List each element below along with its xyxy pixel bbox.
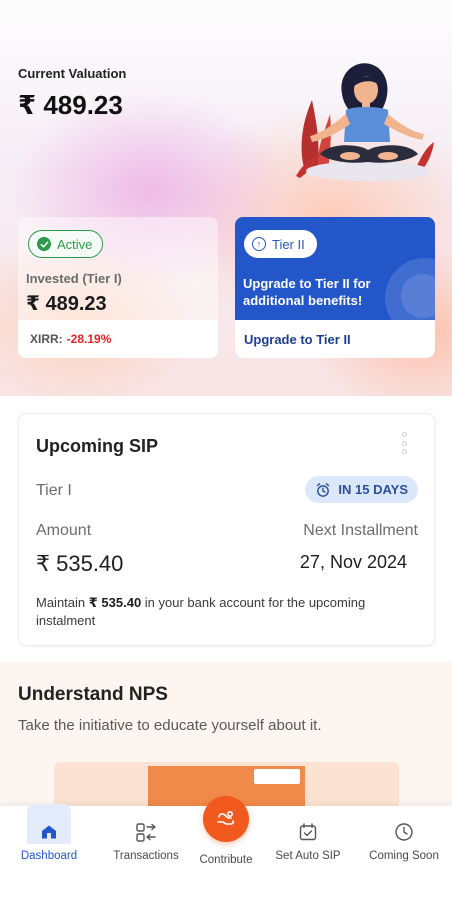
nav-coming-soon[interactable]: Coming Soon bbox=[364, 806, 444, 886]
nav-transactions-label: Transactions bbox=[113, 850, 179, 862]
calendar-check-icon bbox=[296, 820, 320, 844]
next-installment-date: 27, Nov 2024 bbox=[299, 552, 407, 572]
nav-dashboard-label: Dashboard bbox=[20, 850, 78, 862]
nav-contribute-label: Contribute bbox=[199, 854, 253, 866]
due-days-label: IN 15 DAYS bbox=[338, 482, 408, 497]
invested-label: Invested (Tier I) bbox=[26, 271, 122, 286]
sip-amount-label: Amount bbox=[36, 522, 92, 539]
upcoming-sip-title: Upcoming SIP bbox=[36, 436, 159, 456]
more-options-icon[interactable] bbox=[402, 432, 408, 454]
nav-dashboard[interactable]: Dashboard bbox=[18, 804, 80, 886]
nav-coming-soon-label: Coming Soon bbox=[369, 850, 439, 862]
nps-subtitle: Take the initiative to educate yourself … bbox=[18, 717, 322, 734]
active-status-badge: Active bbox=[28, 230, 104, 258]
bottom-navigation: Dashboard Transactions Contribute Set Au… bbox=[0, 796, 452, 900]
upgrade-description: Upgrade to Tier II for additional benefi… bbox=[243, 276, 371, 308]
due-days-badge: IN 15 DAYS bbox=[305, 476, 418, 503]
meditation-illustration bbox=[296, 63, 434, 181]
current-valuation-label: Current Valuation bbox=[18, 66, 127, 81]
transactions-icon bbox=[134, 820, 158, 844]
alarm-clock-icon bbox=[317, 482, 330, 497]
arrow-up-circle-icon: ↑ bbox=[252, 237, 266, 251]
tier1-card[interactable]: Active Invested (Tier I) ₹ 489.23 XIRR: … bbox=[18, 217, 218, 358]
next-installment-label: Next Installment bbox=[303, 522, 418, 539]
xirr-row: XIRR: -28.19% bbox=[18, 320, 218, 358]
portfolio-hero: Current Valuation ₹ 489.23 Active Invest… bbox=[0, 0, 452, 396]
nps-title: Understand NPS bbox=[18, 684, 168, 705]
check-circle-icon bbox=[37, 237, 51, 251]
maintain-amount: ₹ 535.40 bbox=[88, 595, 142, 610]
understand-nps-section: Understand NPS Take the initiative to ed… bbox=[0, 662, 452, 812]
maintain-prefix: Maintain bbox=[36, 595, 89, 610]
xirr-label: XIRR: bbox=[30, 332, 63, 346]
nav-transactions[interactable]: Transactions bbox=[108, 806, 184, 886]
tier2-pill-label: Tier II bbox=[272, 236, 305, 252]
nav-contribute[interactable]: Contribute bbox=[192, 796, 260, 886]
active-status-label: Active bbox=[57, 236, 93, 252]
sip-tier-label: Tier I bbox=[36, 482, 72, 499]
contribute-icon[interactable] bbox=[203, 796, 249, 842]
maintain-balance-note: Maintain ₹ 535.40 in your bank account f… bbox=[36, 594, 416, 630]
banner-logo bbox=[254, 769, 300, 784]
upgrade-tier2-link[interactable]: Upgrade to Tier II bbox=[235, 320, 435, 358]
nav-set-auto-sip-label: Set Auto SIP bbox=[275, 850, 341, 862]
current-valuation-amount: ₹ 489.23 bbox=[18, 90, 123, 120]
invested-amount: ₹ 489.23 bbox=[26, 293, 107, 315]
tier2-pill: ↑ Tier II bbox=[244, 230, 317, 258]
tier2-upgrade-card[interactable]: ↑ Tier II Upgrade to Tier II for additio… bbox=[235, 217, 435, 358]
home-icon bbox=[37, 820, 61, 844]
upcoming-sip-card[interactable]: Upcoming SIP Tier I IN 15 DAYS Amount Ne… bbox=[18, 413, 435, 646]
nav-set-auto-sip[interactable]: Set Auto SIP bbox=[270, 806, 346, 886]
xirr-value: -28.19% bbox=[66, 332, 112, 346]
clock-icon bbox=[392, 820, 416, 844]
sip-amount-value: ₹ 535.40 bbox=[36, 551, 124, 576]
